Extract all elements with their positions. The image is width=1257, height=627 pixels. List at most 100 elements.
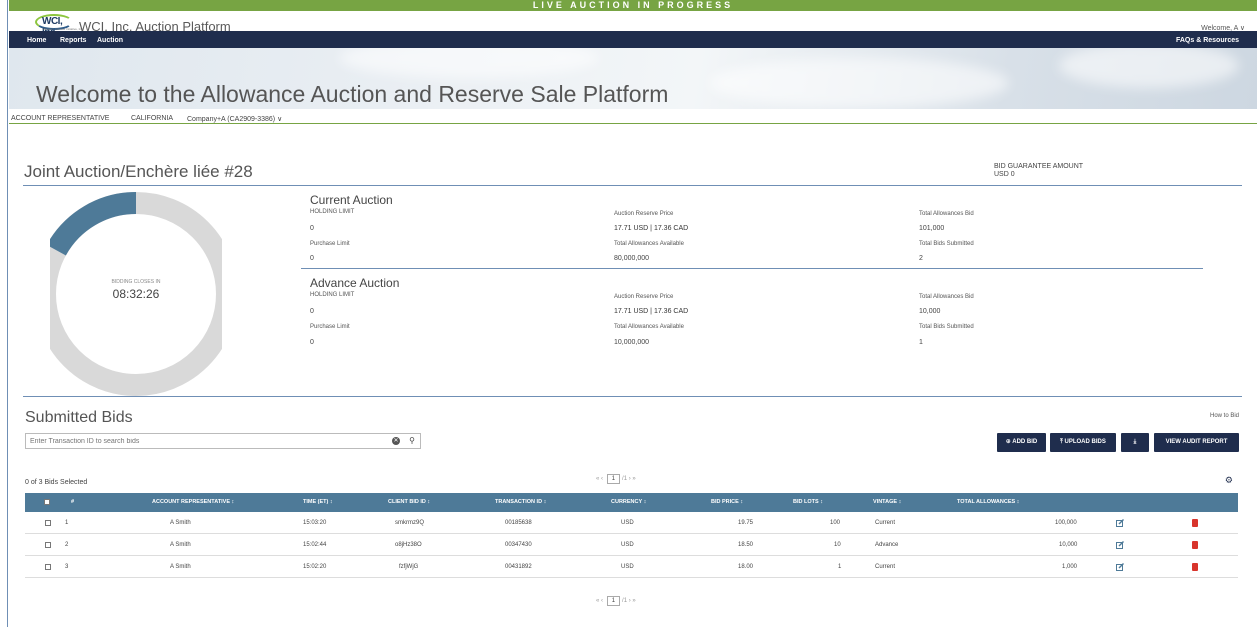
divider — [23, 185, 1242, 186]
edit-icon[interactable] — [1116, 519, 1124, 527]
row-checkbox[interactable] — [45, 520, 51, 526]
how-to-bid-link[interactable]: How to Bid — [1210, 413, 1239, 419]
table-row[interactable]: 3 A Smith 15:02:20 fzfjWjG 00431892 USD … — [25, 557, 1238, 578]
current-allowances-available: 80,000,000 — [614, 255, 650, 262]
upload-bids-button[interactable]: ⤒ UPLOAD BIDS — [1050, 433, 1116, 452]
main-nav: Home Reports Auction FAQs & Resources — [9, 31, 1257, 48]
donut-progress — [46, 192, 137, 256]
advance-allowances-bid: 10,000 — [919, 308, 941, 315]
bids-selected-count: 0 of 3 Bids Selected — [25, 479, 88, 486]
advance-purchase-limit-label: Purchase Limit — [310, 324, 350, 330]
current-bids-submitted-label: Total Bids Submitted — [919, 241, 974, 247]
row-currency: USD — [621, 542, 634, 548]
delete-icon[interactable] — [1192, 519, 1198, 527]
col-bid-price[interactable]: BID PRICE ↕ — [711, 499, 743, 505]
row-vintage: Current — [875, 520, 896, 526]
row-total-allowances: 10,000 — [1059, 542, 1078, 548]
row-transaction-id: 00431892 — [505, 564, 532, 570]
col-transaction-id[interactable]: TRANSACTION ID ↕ — [495, 499, 546, 505]
col-client-bid-id[interactable]: CLIENT BID ID ↕ — [388, 499, 430, 505]
current-holding-limit-label: HOLDING LIMIT — [310, 209, 355, 215]
nav-auction[interactable]: Auction — [97, 37, 123, 44]
advance-holding-limit-label: HOLDING LIMIT — [310, 292, 355, 298]
window-left-edge — [0, 0, 8, 627]
row-total-allowances: 1,000 — [1062, 564, 1078, 570]
auction-title: Joint Auction/Enchère liée #28 — [24, 162, 253, 181]
account-jurisdiction: CALIFORNIA — [131, 115, 174, 122]
col-time[interactable]: TIME (ET) ↕ — [303, 499, 333, 505]
add-bid-button[interactable]: ⊕ ADD BID — [997, 433, 1046, 452]
row-transaction-id: 00347430 — [505, 542, 532, 548]
col-total-allowances[interactable]: TOTAL ALLOWANCES ↕ — [957, 499, 1019, 505]
row-time: 15:02:44 — [303, 542, 327, 548]
row-transaction-id: 00185638 — [505, 520, 532, 526]
row-checkbox[interactable] — [45, 542, 51, 548]
download-button[interactable]: ⤓ — [1121, 433, 1149, 452]
row-time: 15:02:20 — [303, 564, 327, 570]
row-client-bid-id: fzfjWjG — [399, 564, 419, 570]
pager-current-page[interactable]: 1 — [606, 474, 621, 484]
wci-logo[interactable]: WCI, Inc. Western Climate Initiative, In… — [35, 14, 83, 38]
row-account-representative: A Smith — [170, 564, 191, 570]
account-role: ACCOUNT REPRESENTATIVE — [11, 115, 110, 122]
company-selector[interactable]: Company+A (CA2909-3386) ∨ — [187, 115, 282, 123]
row-account-representative: A Smith — [170, 520, 191, 526]
current-allowances-bid-label: Total Allowances Bid — [919, 211, 974, 217]
row-bid-price: 18.50 — [738, 542, 754, 548]
cloud-decoration — [709, 58, 1009, 108]
row-bid-lots: 100 — [830, 520, 841, 526]
countdown-donut: BIDDING CLOSES IN 08:32:26 — [34, 190, 238, 398]
table-row[interactable]: 2 A Smith 15:02:44 o8jHz38O 00347430 USD… — [25, 535, 1238, 556]
advance-allowances-available-label: Total Allowances Available — [614, 324, 684, 330]
advance-auction-title: Advance Auction — [310, 276, 400, 290]
pager-first[interactable]: « — [596, 598, 599, 604]
row-time: 15:03:20 — [303, 520, 327, 526]
row-checkbox[interactable] — [45, 564, 51, 570]
current-auction-title: Current Auction — [310, 193, 393, 207]
pager-bottom: « ‹ 1/1 › » — [596, 596, 636, 606]
current-reserve-price-label: Auction Reserve Price — [614, 211, 674, 217]
pager-first[interactable]: « — [596, 476, 599, 482]
delete-icon[interactable] — [1192, 563, 1198, 571]
nav-reports[interactable]: Reports — [60, 37, 86, 44]
pager-total: /1 — [622, 476, 628, 482]
pager-last[interactable]: » — [632, 476, 635, 482]
pager-next[interactable]: › — [629, 598, 631, 604]
clear-search-icon[interactable]: ✕ — [392, 437, 400, 445]
row-vintage: Advance — [875, 542, 899, 548]
divider — [301, 268, 1203, 269]
pager-prev[interactable]: ‹ — [601, 476, 603, 482]
nav-faqs-resources[interactable]: FAQs & Resources — [1176, 37, 1239, 44]
pager-current-page[interactable]: 1 — [606, 596, 621, 606]
pager-next[interactable]: › — [629, 476, 631, 482]
cloud-decoration — [339, 48, 599, 78]
view-audit-report-button[interactable]: VIEW AUDIT REPORT — [1154, 433, 1239, 452]
row-currency: USD — [621, 520, 634, 526]
col-currency[interactable]: CURRENCY ↕ — [611, 499, 646, 505]
row-currency: USD — [621, 564, 634, 570]
pager-total: /1 — [622, 598, 628, 604]
nav-home[interactable]: Home — [27, 37, 46, 44]
current-purchase-limit-label: Purchase Limit — [310, 241, 350, 247]
bid-guarantee: BID GUARANTEE AMOUNT USD 0 — [994, 163, 1083, 179]
row-bid-lots: 10 — [834, 542, 841, 548]
pager-prev[interactable]: ‹ — [601, 598, 603, 604]
select-all-checkbox[interactable] — [44, 499, 50, 505]
row-number: 1 — [65, 520, 69, 526]
plus-circle-icon: ⊕ — [1005, 439, 1011, 445]
bid-guarantee-value: USD 0 — [994, 171, 1015, 178]
search-input[interactable] — [26, 434, 366, 448]
gear-icon[interactable]: ⚙ — [1225, 475, 1233, 486]
row-total-allowances: 100,000 — [1055, 520, 1077, 526]
advance-holding-limit: 0 — [310, 308, 314, 315]
col-account-representative[interactable]: ACCOUNT REPRESENTATIVE ↕ — [152, 499, 234, 505]
search-icon[interactable]: ⚲ — [409, 436, 415, 445]
col-bid-lots[interactable]: BID LOTS ↕ — [793, 499, 823, 505]
delete-icon[interactable] — [1192, 541, 1198, 549]
pager-last[interactable]: » — [632, 598, 635, 604]
edit-icon[interactable] — [1116, 541, 1124, 549]
current-reserve-price: 17.71 USD | 17.36 CAD — [614, 225, 689, 232]
table-row[interactable]: 1 A Smith 15:03:20 smkrmz9Q 00185638 USD… — [25, 513, 1238, 534]
edit-icon[interactable] — [1116, 563, 1124, 571]
col-vintage[interactable]: VINTAGE ↕ — [873, 499, 901, 505]
